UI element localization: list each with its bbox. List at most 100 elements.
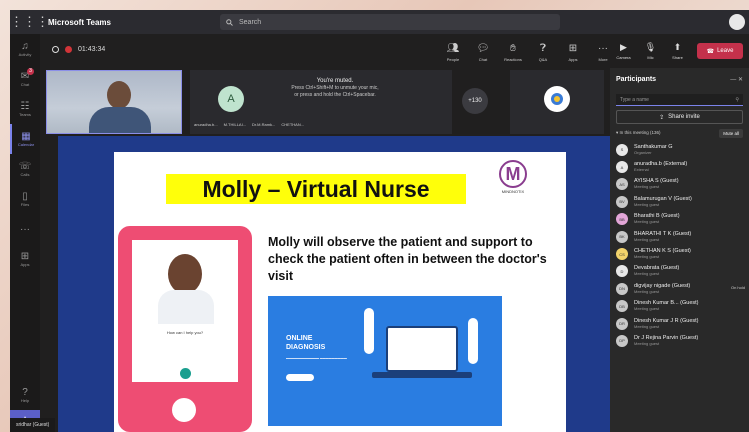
bell-icon: ♫ xyxy=(21,41,29,52)
phone-icon: ☏ xyxy=(18,161,32,172)
participant-row[interactable]: BK BHARATHI T K (Guest) Meeting guest xyxy=(610,228,749,245)
participant-role: Meeting guest xyxy=(634,201,660,207)
call-controls: ▶︎ Camera 🎙︎ Mic ⬆︎ Share ☎︎ Leave xyxy=(610,34,749,68)
meeting-timer-area: 01:43:34 xyxy=(52,46,105,53)
diagnosis-button xyxy=(286,374,314,381)
rail-item-chat[interactable]: ✉ 3 Chat xyxy=(10,64,40,94)
leave-button[interactable]: ☎︎ Leave xyxy=(697,43,743,59)
more-icon: ··· xyxy=(20,223,30,235)
nurse-body xyxy=(158,290,214,324)
reactions-icon: ✋︎ xyxy=(510,42,516,54)
help-icon: ? xyxy=(22,387,28,398)
participant-info: Santhakumar G Organizer xyxy=(634,144,673,156)
participant-search[interactable]: Type a name ⚲ xyxy=(616,94,743,106)
speaker-video-tile[interactable] xyxy=(46,70,182,134)
search-icon xyxy=(226,18,233,26)
participant-role: Meeting guest xyxy=(634,288,660,294)
mic-button[interactable]: 🎙︎ Mic xyxy=(637,36,664,66)
participant-avatar: AS xyxy=(616,178,628,191)
apps-button[interactable]: ⊞ Apps xyxy=(558,38,588,66)
participant-row[interactable]: DB Dinesh Kumar B... (Guest) Meeting guest xyxy=(610,298,749,315)
overflow-participants[interactable]: +130 xyxy=(462,88,488,114)
participant-role: Meeting guest xyxy=(634,323,660,329)
brand-logo-icon: M xyxy=(499,160,527,188)
teams-window: ⋮⋮⋮ Microsoft Teams Search ♫ Activity ✉ 3 C… xyxy=(10,10,749,432)
participant-row[interactable]: BV Balamurugan V (Guest) Meeting guest xyxy=(610,193,749,210)
rail-item-more[interactable]: ··· xyxy=(10,214,40,244)
participant-avatar[interactable]: A xyxy=(218,86,244,112)
participant-name: anuradha.b... xyxy=(194,122,218,127)
participant-name: Dr.M.Ramk... xyxy=(252,122,276,127)
camera-button[interactable]: ▶︎ Camera xyxy=(610,36,637,66)
participant-info: Dinesh Kumar J R (Guest) Meeting guest xyxy=(634,318,699,330)
close-icon[interactable]: — ✕ xyxy=(730,76,743,83)
rail-item-apps[interactable]: ⊞ Apps xyxy=(10,244,40,274)
rail-item-calls[interactable]: ☏ Calls xyxy=(10,154,40,184)
participant-row[interactable]: S Santhakumar G Organizer xyxy=(610,141,749,158)
participant-avatar: DB xyxy=(616,300,628,313)
participant-row[interactable]: DN digvijay nigade (Guest) Meeting guest On… xyxy=(610,280,749,297)
share-icon: ⬆︎ xyxy=(673,42,682,52)
phone-prompt: How can I help you? xyxy=(166,330,204,335)
participant-avatar: DN xyxy=(616,282,628,295)
presenter-name: sridhar (Guest) xyxy=(10,418,56,432)
search-box[interactable]: Search xyxy=(220,14,560,30)
participant-row[interactable]: DR Dinesh Kumar J R (Guest) Meeting guest xyxy=(610,315,749,332)
participant-role: Meeting guest xyxy=(634,184,660,190)
phone-hangup-icon: ☎︎ xyxy=(706,48,715,55)
video-strip: A You're muted. Press Ctrl+Shift+M to un… xyxy=(40,68,610,136)
participants-list: S Santhakumar G Organizer Aanuradha.b (Exte… xyxy=(610,141,749,350)
participant-avatar: DP xyxy=(616,334,628,347)
rail-item-files[interactable]: ▯ Files xyxy=(10,184,40,214)
slide-body: Molly will observe the patient and suppo… xyxy=(268,235,547,283)
doctor-figure xyxy=(364,308,374,354)
participant-row[interactable]: AS AYISHA S (Guest) Meeting guest xyxy=(610,176,749,193)
rail-item-calendar[interactable]: ▦ Calendar xyxy=(10,124,40,154)
brand-name: MINDNOTIX xyxy=(501,189,525,194)
phone-illustration: How can I help you? xyxy=(118,226,252,432)
logo-tile[interactable] xyxy=(510,70,604,134)
people-button[interactable]: 👥︎ People xyxy=(438,38,468,66)
nurse-face xyxy=(168,254,202,294)
logo-emblem xyxy=(551,93,563,105)
participant-info: Dr J Rejina Parvin (Guest) Meeting guest xyxy=(634,335,698,347)
shared-content-stage: Molly – Virtual Nurse M MINDNOTIX How ca… xyxy=(58,136,610,432)
rail-item-activity[interactable]: ♫ Activity xyxy=(10,34,40,64)
meeting-timer: 01:43:34 xyxy=(78,46,106,53)
participant-row[interactable]: DP Dr J Rejina Parvin (Guest) Meeting gues… xyxy=(610,332,749,349)
participant-row[interactable]: BB Bharathi B (Guest) Meeting guest xyxy=(610,211,749,228)
rail-item-help[interactable]: ? Help xyxy=(10,380,40,410)
mute-all-button[interactable]: Mute all xyxy=(719,128,743,138)
participant-role: Meeting guest xyxy=(634,271,660,277)
participant-row[interactable]: CS CHETHAN K S (Guest) Meeting guest xyxy=(610,245,749,262)
chat-icon: 💬︎ xyxy=(476,42,490,54)
rail-item-teams[interactable]: ☷ Teams xyxy=(10,94,40,124)
search-placeholder: Search xyxy=(239,18,262,26)
reactions-button[interactable]: ✋︎ Reactions xyxy=(498,38,528,66)
participant-avatar: CS xyxy=(616,248,628,261)
participant-name: CHETHAN... xyxy=(281,122,305,127)
participants-panel: Participants — ✕ Type a name ⚲ ⇪ Share i… xyxy=(610,68,749,432)
participant-avatar: BV xyxy=(616,195,628,208)
home-button-icon xyxy=(172,398,196,422)
brand-logo: M MINDNOTIX xyxy=(490,160,536,194)
mic-off-icon: 🎙︎ xyxy=(644,42,657,52)
qa-button[interactable]: ❓︎ Q&A xyxy=(528,38,558,66)
profile-avatar[interactable] xyxy=(729,14,745,30)
share-invite-button[interactable]: ⇪ Share invite xyxy=(616,110,743,124)
participant-row[interactable]: D Devabrata (Guest) Meeting guest xyxy=(610,263,749,280)
participant-info: Balamurugan V (Guest) Meeting guest xyxy=(634,196,692,208)
chat-button[interactable]: 💬︎ Chat xyxy=(468,38,498,66)
app-name: Microsoft Teams xyxy=(48,17,111,27)
participant-info: Bharathi B (Guest) Meeting guest xyxy=(634,213,680,225)
speaker-head xyxy=(107,81,131,109)
phone-screen: How can I help you? xyxy=(132,240,238,382)
participant-row[interactable]: Aanuradha.b (External) External xyxy=(610,158,749,175)
apps-icon: ⊞ xyxy=(20,251,30,262)
in-meeting-section[interactable]: ▾ In this meeting (136) Mute all xyxy=(610,127,749,139)
app-launcher-icon[interactable]: ⋮⋮⋮ xyxy=(10,14,49,30)
title-bar: ⋮⋮⋮ Microsoft Teams Search xyxy=(10,10,749,34)
speaker-body xyxy=(89,107,151,133)
more-icon: ··· xyxy=(598,42,608,54)
share-button[interactable]: ⬆︎ Share xyxy=(664,36,691,66)
